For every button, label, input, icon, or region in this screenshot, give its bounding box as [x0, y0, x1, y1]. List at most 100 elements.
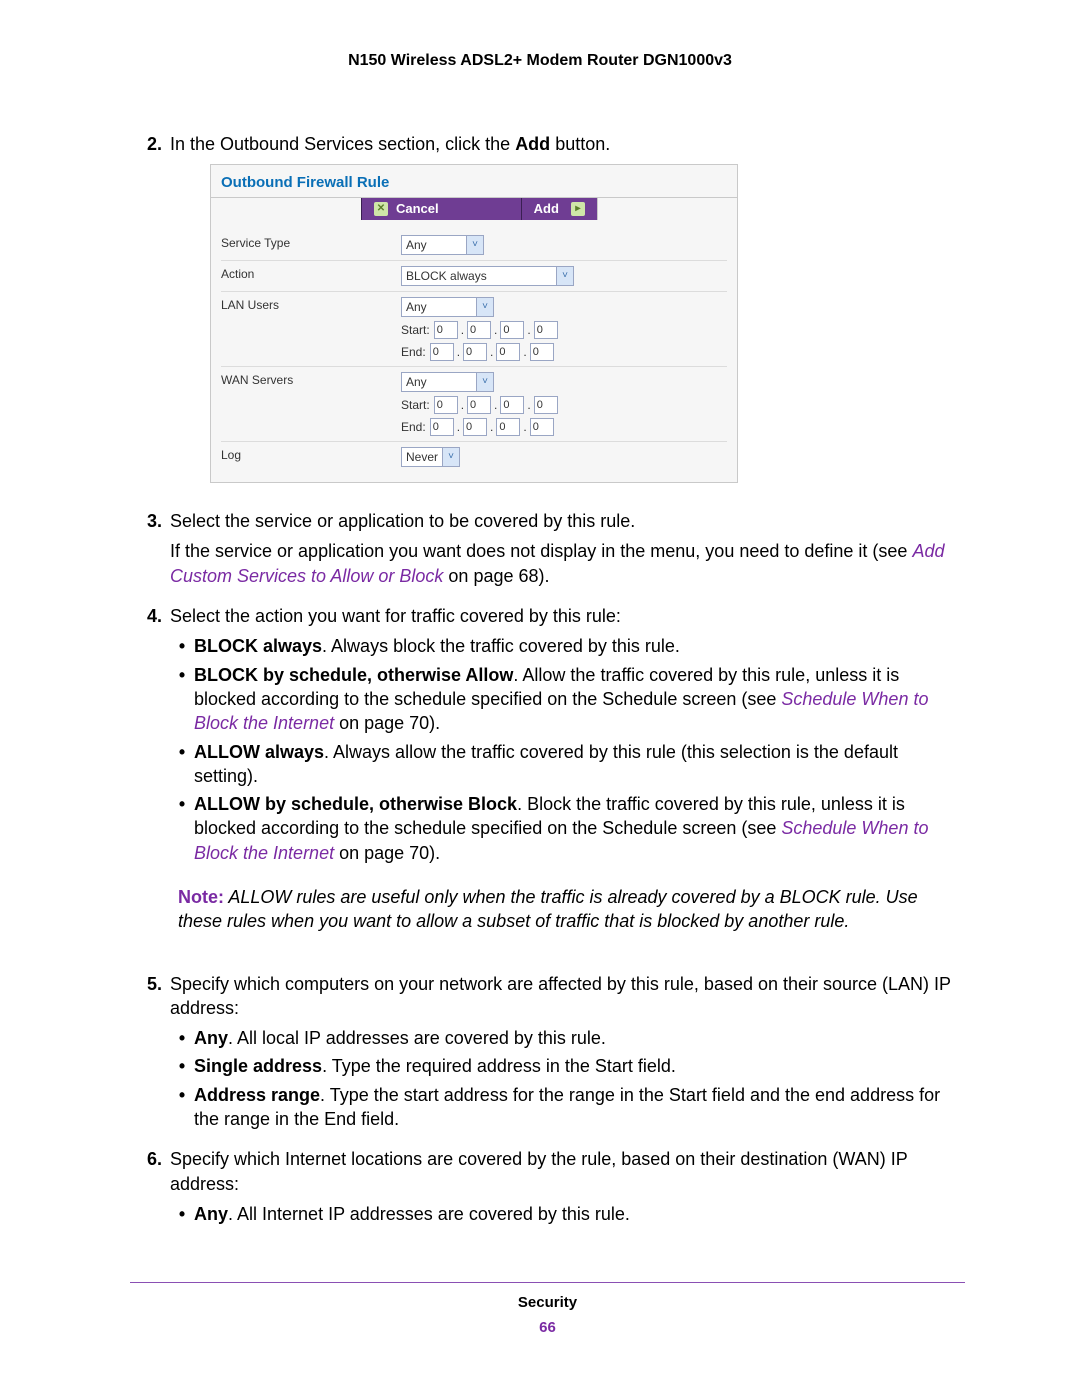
- text-bold: Address range: [194, 1085, 320, 1105]
- text: Select the action you want for traffic c…: [170, 604, 965, 628]
- text: . Always block the traffic covered by th…: [322, 636, 680, 656]
- list-item: • BLOCK always. Always block the traffic…: [170, 634, 965, 658]
- text: . All local IP addresses are covered by …: [228, 1028, 606, 1048]
- wan-servers-select[interactable]: Any ˅: [401, 372, 494, 392]
- note-text: ALLOW rules are useful only when the tra…: [178, 887, 918, 931]
- bullet-icon: •: [170, 740, 194, 764]
- field-label: WAN Servers: [221, 372, 401, 388]
- chevron-down-icon: ˅: [476, 373, 493, 391]
- text: on page 68).: [443, 566, 549, 586]
- text: on page 70).: [334, 713, 440, 733]
- cancel-button[interactable]: ✕ Cancel: [361, 198, 451, 220]
- wan-end-ip: End: 0. 0. 0. 0: [401, 418, 727, 436]
- ip-octet-input[interactable]: 0: [496, 343, 520, 361]
- ip-label: Start:: [401, 322, 430, 338]
- row-lan-users: LAN Users Any ˅ Start: 0.: [221, 292, 727, 367]
- bullet-icon: •: [170, 1054, 194, 1078]
- select-value: Any: [406, 299, 476, 315]
- note-label: Note:: [178, 887, 224, 907]
- ip-octet-input[interactable]: 0: [434, 321, 458, 339]
- text-bold: ALLOW by schedule, otherwise Block: [194, 794, 517, 814]
- add-button[interactable]: Add ▸: [521, 198, 597, 220]
- text-bold: Any: [194, 1028, 228, 1048]
- ip-label: End:: [401, 419, 426, 435]
- ip-octet-input[interactable]: 0: [530, 418, 554, 436]
- list-item: • Address range. Type the start address …: [170, 1083, 965, 1132]
- text: If the service or application you want d…: [170, 541, 912, 561]
- ip-octet-input[interactable]: 0: [430, 418, 454, 436]
- log-select[interactable]: Never ˅: [401, 447, 460, 467]
- ip-octet-input[interactable]: 0: [530, 343, 554, 361]
- chevron-down-icon: ˅: [466, 236, 483, 254]
- button-label: Cancel: [396, 200, 439, 218]
- ip-label: Start:: [401, 397, 430, 413]
- step-5: 5. Specify which computers on your netwo…: [130, 972, 965, 1138]
- ip-label: End:: [401, 344, 426, 360]
- text: on page 70).: [334, 843, 440, 863]
- chevron-down-icon: ˅: [442, 448, 459, 466]
- text-bold: BLOCK always: [194, 636, 322, 656]
- bullet-icon: •: [170, 1026, 194, 1050]
- step-number: 4.: [130, 604, 170, 628]
- panel-title: Outbound Firewall Rule: [211, 165, 737, 197]
- ip-octet-input[interactable]: 0: [463, 418, 487, 436]
- bullet-icon: •: [170, 792, 194, 816]
- list-item: • ALLOW always. Always allow the traffic…: [170, 740, 965, 789]
- ip-octet-input[interactable]: 0: [534, 321, 558, 339]
- step-number: 6.: [130, 1147, 170, 1171]
- bullet-icon: •: [170, 663, 194, 687]
- action-select[interactable]: BLOCK always ˅: [401, 266, 574, 286]
- select-value: BLOCK always: [406, 268, 556, 284]
- field-label: LAN Users: [221, 297, 401, 313]
- footer-section: Security: [130, 1293, 965, 1313]
- text-bold: Any: [194, 1204, 228, 1224]
- ip-octet-input[interactable]: 0: [434, 396, 458, 414]
- step-6: 6. Specify which Internet locations are …: [130, 1147, 965, 1232]
- chevron-down-icon: ˅: [476, 298, 493, 316]
- note-block: Note: ALLOW rules are useful only when t…: [170, 885, 965, 934]
- ip-octet-input[interactable]: 0: [467, 321, 491, 339]
- list-item: • Any. All local IP addresses are covere…: [170, 1026, 965, 1050]
- ip-octet-input[interactable]: 0: [430, 343, 454, 361]
- firewall-rule-panel: Outbound Firewall Rule ✕ Cancel Add ▸: [210, 164, 738, 483]
- chevron-down-icon: ˅: [556, 267, 573, 285]
- ip-octet-input[interactable]: 0: [500, 396, 524, 414]
- close-icon: ✕: [374, 202, 388, 216]
- lan-users-select[interactable]: Any ˅: [401, 297, 494, 317]
- text-bold: Single address: [194, 1056, 322, 1076]
- ip-octet-input[interactable]: 0: [534, 396, 558, 414]
- text: Specify which computers on your network …: [170, 972, 965, 1021]
- field-label: Log: [221, 447, 401, 463]
- select-value: Any: [406, 237, 466, 253]
- text: Select the service or application to be …: [170, 509, 965, 533]
- bullet-icon: •: [170, 1202, 194, 1226]
- step-4: 4. Select the action you want for traffi…: [130, 604, 965, 962]
- ip-octet-input[interactable]: 0: [496, 418, 520, 436]
- step-number: 2.: [130, 132, 170, 156]
- select-value: Any: [406, 374, 476, 390]
- wan-start-ip: Start: 0. 0. 0. 0: [401, 396, 727, 414]
- text-bold: BLOCK by schedule, otherwise Allow: [194, 665, 513, 685]
- bullet-icon: •: [170, 1083, 194, 1107]
- list-item: • Single address. Type the required addr…: [170, 1054, 965, 1078]
- page-footer: Security 66: [130, 1282, 965, 1338]
- lan-start-ip: Start: 0. 0. 0. 0: [401, 321, 727, 339]
- ip-octet-input[interactable]: 0: [467, 396, 491, 414]
- service-type-select[interactable]: Any ˅: [401, 235, 484, 255]
- text-bold: Add: [515, 134, 550, 154]
- step-number: 3.: [130, 509, 170, 533]
- text-bold: ALLOW always: [194, 742, 324, 762]
- text: Specify which Internet locations are cov…: [170, 1147, 965, 1196]
- row-wan-servers: WAN Servers Any ˅ Start: 0.: [221, 367, 727, 442]
- bullet-icon: •: [170, 634, 194, 658]
- list-item: • Any. All Internet IP addresses are cov…: [170, 1202, 965, 1226]
- select-value: Never: [406, 449, 442, 465]
- ip-octet-input[interactable]: 0: [500, 321, 524, 339]
- list-item: • ALLOW by schedule, otherwise Block. Bl…: [170, 792, 965, 865]
- row-service-type: Service Type Any ˅: [221, 230, 727, 261]
- step-2: 2. In the Outbound Services section, cli…: [130, 132, 965, 500]
- arrow-right-icon: ▸: [571, 202, 585, 216]
- ip-octet-input[interactable]: 0: [463, 343, 487, 361]
- button-label: Add: [534, 200, 559, 218]
- row-action: Action BLOCK always ˅: [221, 261, 727, 292]
